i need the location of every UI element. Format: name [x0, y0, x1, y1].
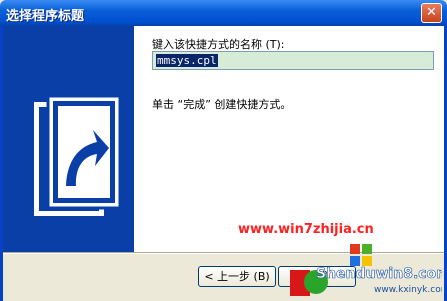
close-icon: ✕ [426, 5, 437, 20]
shortcut-name-input[interactable]: mmsys.cpl [152, 51, 434, 70]
wizard-banner [3, 26, 134, 252]
windows-flag-icon [350, 244, 372, 266]
watermark-url: www.win7zhijia.cn [238, 222, 374, 237]
close-button[interactable]: ✕ [421, 3, 442, 23]
svg-text:www.kxinyk.com: www.kxinyk.com [374, 285, 442, 295]
finish-hint-text: 单击 “完成” 创建快捷方式。 [152, 98, 292, 111]
window-title: 选择程序标题 [6, 9, 85, 24]
watermark-logo: Shenduwin8.com www.kxinyk.com [290, 244, 442, 296]
back-button[interactable]: < 上一步 (B) [198, 266, 276, 287]
shortcut-arrow-icon [34, 94, 122, 216]
shortcut-name-value: mmsys.cpl [156, 54, 218, 67]
svg-text:Shenduwin8.com: Shenduwin8.com [316, 266, 442, 282]
title-bar[interactable]: 选择程序标题 ✕ [0, 0, 447, 26]
shortcut-name-label: 键入该快捷方式的名称 (T): [152, 38, 285, 51]
